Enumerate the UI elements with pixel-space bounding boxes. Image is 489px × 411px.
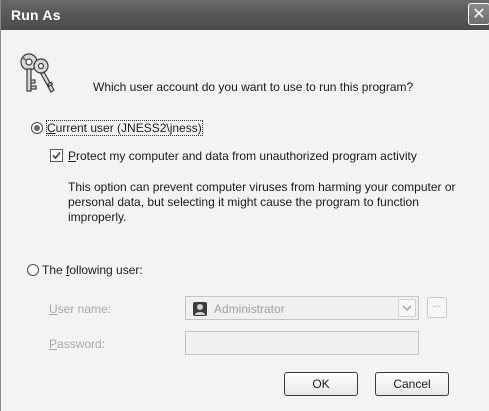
checkmark-icon: [52, 151, 61, 160]
protect-label[interactable]: Protect my computer and data from unauth…: [68, 149, 417, 163]
username-combobox[interactable]: Administrator: [185, 296, 419, 320]
cancel-button[interactable]: Cancel: [375, 372, 449, 396]
current-user-radio[interactable]: [31, 122, 43, 134]
current-user-label[interactable]: Current user (JNESS2\jness): [46, 120, 203, 136]
run-as-dialog: Run As ✕ Which user account do you want …: [0, 0, 489, 411]
title-bar[interactable]: Run As ✕: [1, 0, 489, 30]
username-dropdown-button[interactable]: [398, 299, 416, 317]
window-title: Run As: [11, 7, 61, 23]
ok-button[interactable]: OK: [284, 372, 358, 396]
dialog-body: Which user account do you want to use to…: [1, 30, 489, 411]
following-user-label[interactable]: The following user:: [42, 263, 143, 277]
username-value: Administrator: [214, 302, 285, 316]
close-button[interactable]: ✕: [468, 3, 489, 25]
keys-icon: [20, 53, 55, 93]
following-user-radio[interactable]: [27, 264, 39, 276]
user-icon: [193, 302, 207, 316]
chevron-down-icon: [402, 305, 412, 312]
account-question: Which user account do you want to use to…: [93, 80, 414, 94]
protect-description: This option can prevent computer viruses…: [68, 180, 456, 224]
protect-checkbox[interactable]: [50, 149, 63, 162]
password-label: Password:: [49, 337, 106, 351]
username-label: User name:: [49, 302, 112, 316]
password-field[interactable]: [185, 331, 419, 355]
browse-users-button[interactable]: ...: [427, 297, 447, 318]
close-icon: ✕: [472, 4, 486, 23]
